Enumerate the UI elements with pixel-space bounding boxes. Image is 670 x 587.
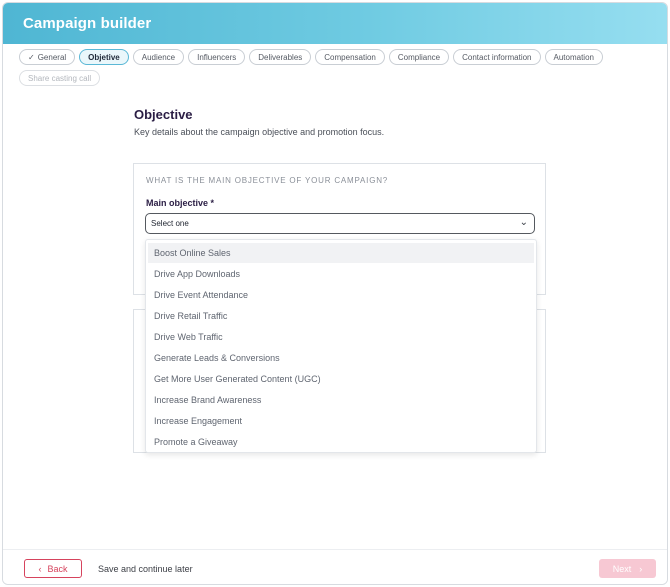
option-generate-leads[interactable]: Generate Leads & Conversions <box>148 348 534 368</box>
header-bar: Campaign builder <box>3 3 667 44</box>
save-later-link[interactable]: Save and continue later <box>98 564 193 574</box>
footer-bar: ‹ Back Save and continue later Next › <box>3 549 667 584</box>
step-label: Automation <box>553 52 594 62</box>
back-button[interactable]: ‹ Back <box>24 559 82 578</box>
main-objective-select[interactable]: Select one ⌄ <box>145 213 535 234</box>
step-contact-information[interactable]: Contact information <box>453 49 541 65</box>
option-boost-online-sales[interactable]: Boost Online Sales <box>148 243 534 263</box>
option-increase-brand-awareness[interactable]: Increase Brand Awareness <box>148 390 534 410</box>
objective-dropdown-menu: Boost Online Sales Drive App Downloads D… <box>145 239 537 453</box>
chevron-left-icon: ‹ <box>38 563 42 574</box>
option-get-more-ugc[interactable]: Get More User Generated Content (UGC) <box>148 369 534 389</box>
step-label: Deliverables <box>258 52 303 62</box>
step-label: Audience <box>141 52 176 62</box>
step-label: Compensation <box>324 52 376 62</box>
step-label: Share casting call <box>28 73 92 83</box>
step-label: Influencers <box>197 52 237 62</box>
step-navigation: ✓ General Objetive Audience Influencers … <box>19 49 639 86</box>
main-objective-label: Main objective * <box>146 198 215 208</box>
section-title: Objective <box>134 107 193 122</box>
step-compliance[interactable]: Compliance <box>388 49 450 65</box>
check-icon: ✓ <box>28 52 35 62</box>
back-button-label: Back <box>47 563 68 574</box>
option-drive-web-traffic[interactable]: Drive Web Traffic <box>148 327 534 347</box>
option-drive-app-downloads[interactable]: Drive App Downloads <box>148 264 534 284</box>
step-objective[interactable]: Objetive <box>79 49 129 65</box>
option-promote-giveaway[interactable]: Promote a Giveaway <box>148 432 534 452</box>
page-title: Campaign builder <box>23 15 152 32</box>
step-general[interactable]: ✓ General <box>19 49 76 65</box>
chevron-right-icon: › <box>639 563 643 574</box>
chevron-down-icon: ⌄ <box>519 217 528 228</box>
section-description: Key details about the campaign objective… <box>134 127 385 137</box>
step-label: Compliance <box>397 52 441 62</box>
select-value: Select one <box>151 219 189 228</box>
step-influencers[interactable]: Influencers <box>188 49 246 65</box>
next-button[interactable]: Next › <box>599 559 656 578</box>
option-increase-engagement[interactable]: Increase Engagement <box>148 411 534 431</box>
step-automation[interactable]: Automation <box>544 49 603 65</box>
option-drive-retail-traffic[interactable]: Drive Retail Traffic <box>148 306 534 326</box>
step-label: General <box>37 52 67 62</box>
step-audience[interactable]: Audience <box>132 49 185 65</box>
next-button-label: Next <box>612 563 632 574</box>
option-drive-event-attendance[interactable]: Drive Event Attendance <box>148 285 534 305</box>
card-eyebrow: WHAT IS THE MAIN OBJECTIVE OF YOUR CAMPA… <box>146 176 389 185</box>
step-label: Objetive <box>88 52 120 62</box>
step-label: Contact information <box>462 52 532 62</box>
app-window: Campaign builder ✓ General Objetive Audi… <box>2 2 668 585</box>
step-compensation[interactable]: Compensation <box>315 49 385 65</box>
step-share-casting-call: Share casting call <box>19 70 101 86</box>
step-deliverables[interactable]: Deliverables <box>249 49 312 65</box>
